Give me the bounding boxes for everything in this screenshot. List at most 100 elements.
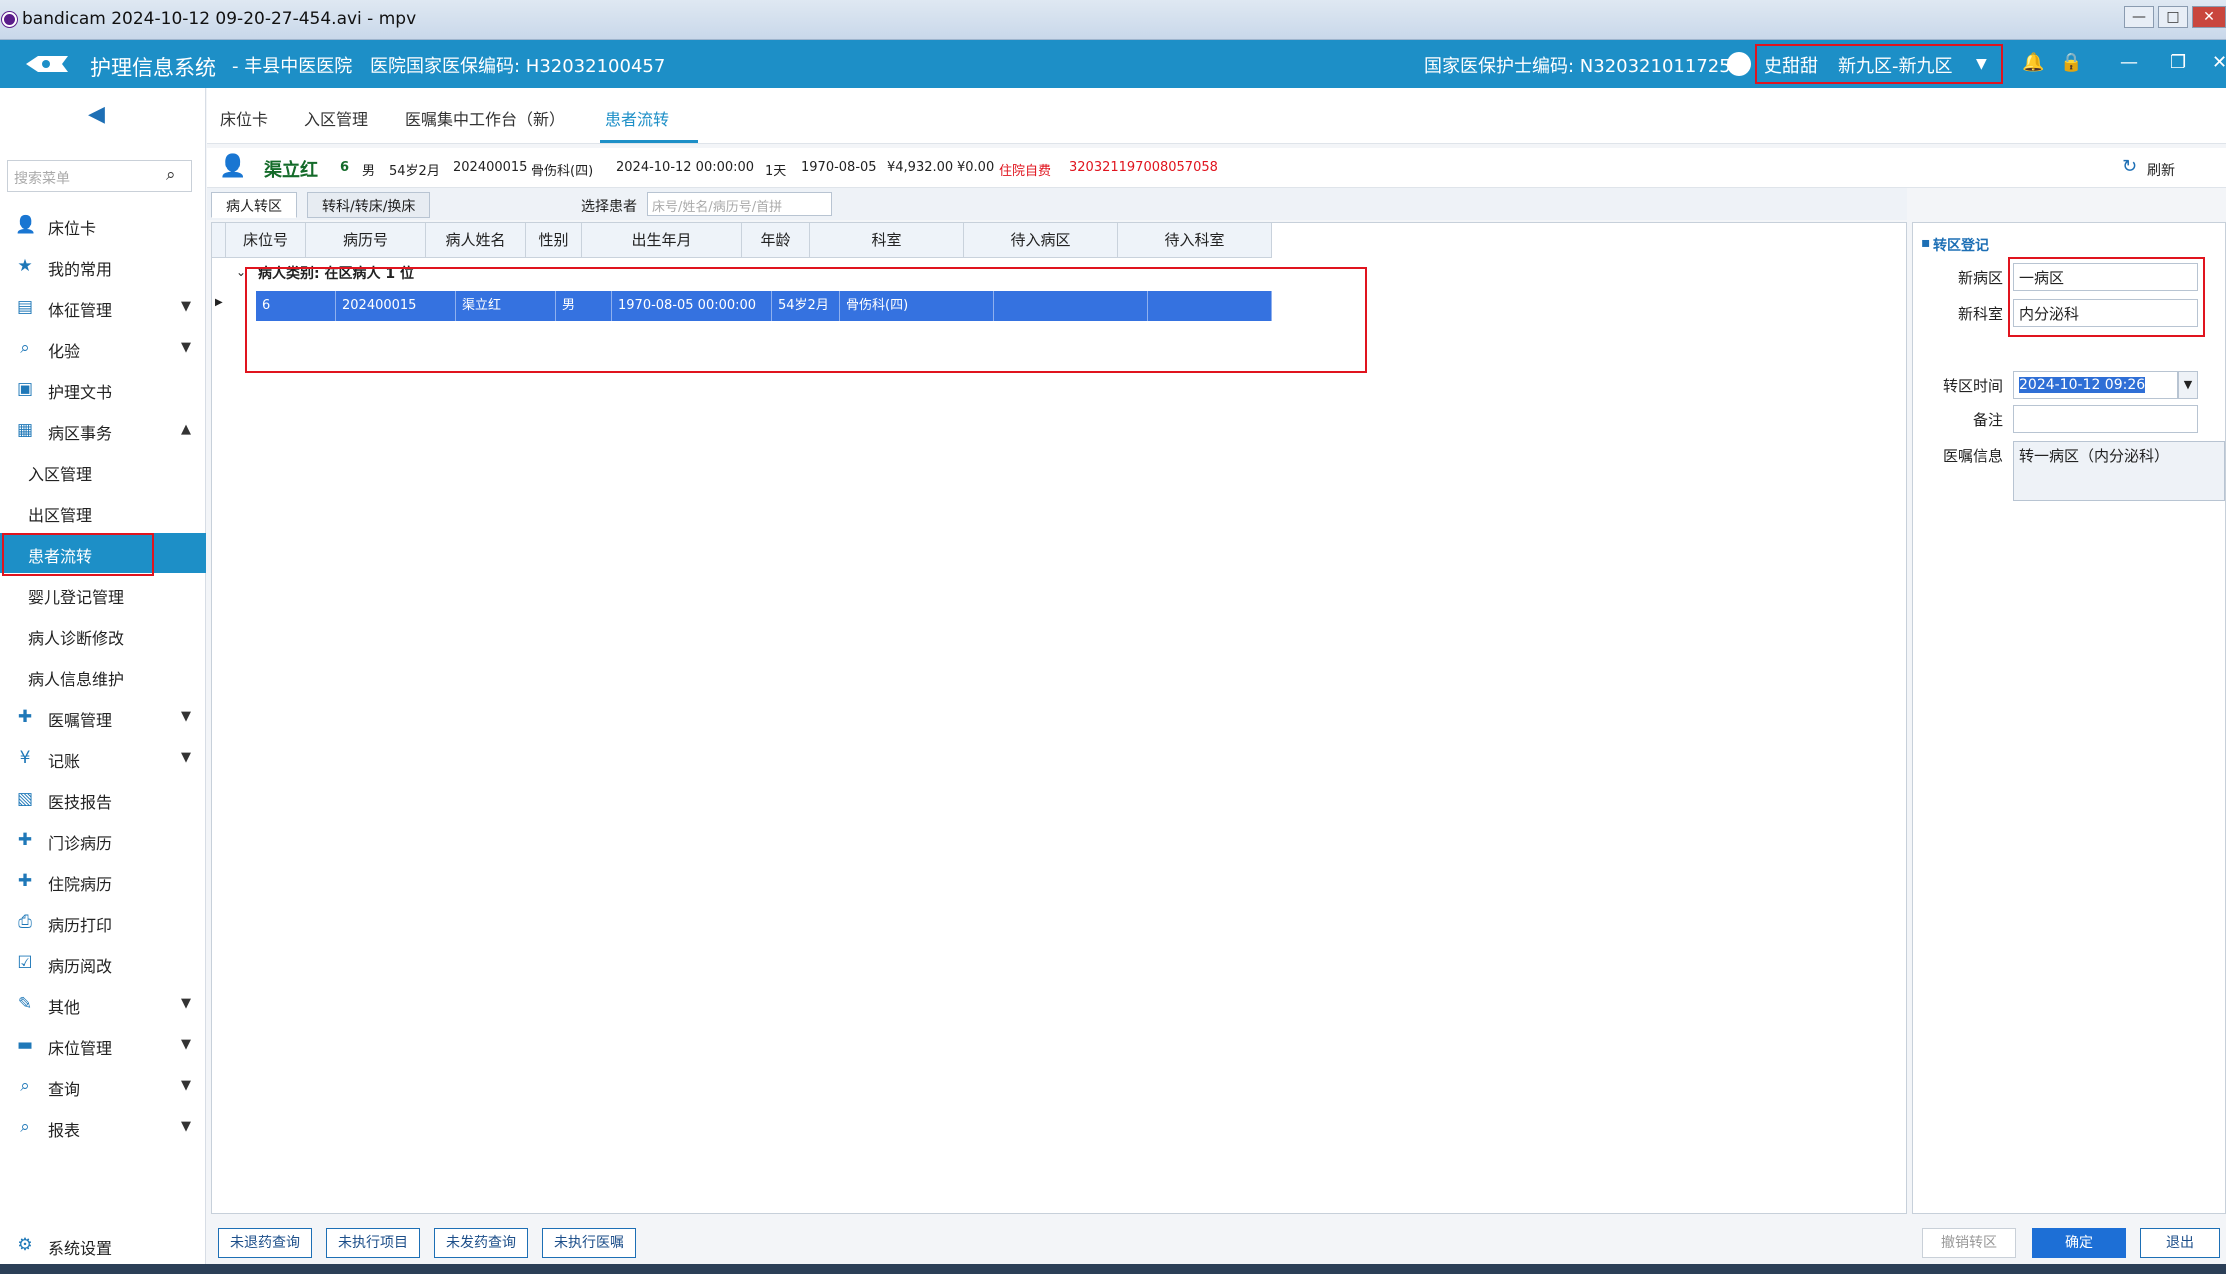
chevron-down-icon: ▼: [181, 996, 191, 1011]
grid-header[interactable]: 床位号: [226, 223, 306, 258]
sidebar-item-label: 床位卡: [48, 219, 97, 238]
sidebar-item-label: 出区管理: [28, 506, 93, 525]
sidebar-collapse-button[interactable]: ◀: [0, 88, 206, 144]
menu-search-input[interactable]: 搜索菜单 ⌕: [7, 160, 192, 192]
patient-sex: 男: [362, 164, 376, 179]
minimize-window-button[interactable]: —: [2124, 6, 2154, 28]
sidebar-item-tech-report[interactable]: ▧ 医技报告: [0, 779, 206, 819]
time-dropdown-icon[interactable]: ▼: [2178, 371, 2198, 399]
chart-icon: ▤: [16, 297, 34, 317]
highlight-transfer-box: [2008, 257, 2205, 337]
chevron-up-icon: ▲: [181, 422, 191, 437]
transfer-title-bullet-icon: ▪: [1921, 235, 1931, 251]
tab-order-workbench[interactable]: 医嘱集中工作台（新）: [405, 106, 565, 130]
patient-name: 渠立红: [264, 160, 318, 181]
refresh-button[interactable]: 刷新: [2147, 160, 2175, 180]
transfer-time-field[interactable]: 2024-10-12 09:26: [2013, 371, 2178, 399]
unexecuted-items-button[interactable]: 未执行项目: [326, 1228, 420, 1258]
sidebar-item-baby-registration[interactable]: 婴儿登记管理: [0, 574, 206, 614]
patient-info-strip: 👤 渠立红 6 男 54岁2月 202400015 骨伤科(四) 2024-10…: [207, 148, 2226, 188]
app-minimize-icon[interactable]: —: [2120, 52, 2138, 73]
app-logo-icon: [26, 56, 68, 72]
sidebar-item-settings[interactable]: ⚙ 系统设置: [0, 1225, 206, 1265]
subtab-dept-bed-transfer[interactable]: 转科/转床/换床: [307, 192, 431, 218]
ward-icon: ▦: [16, 420, 34, 440]
unexecuted-orders-button[interactable]: 未执行医嘱: [542, 1228, 636, 1258]
select-patient-input[interactable]: 床号/姓名/病历号/首拼: [647, 192, 832, 216]
subtab-ward-transfer[interactable]: 病人转区: [211, 192, 297, 218]
grid-header[interactable]: 年龄: [742, 223, 810, 258]
sidebar-item-nursing-docs[interactable]: ▣ 护理文书: [0, 369, 206, 409]
grid-header[interactable]: 出生年月: [582, 223, 742, 258]
grid-header[interactable]: 病人姓名: [426, 223, 526, 258]
sidebar-item-label: 记账: [48, 752, 81, 771]
grid-header[interactable]: 病历号: [306, 223, 426, 258]
close-window-button[interactable]: ✕: [2192, 6, 2226, 28]
gear-icon: ⚙: [17, 1235, 33, 1255]
grid-header[interactable]: 科室: [810, 223, 964, 258]
clinic-icon: ✚: [17, 830, 33, 850]
grid-header[interactable]: 待入病区: [964, 223, 1118, 258]
collapse-left-icon[interactable]: ◀: [88, 102, 105, 127]
sidebar-item-other[interactable]: ✎ 其他 ▼: [0, 984, 206, 1024]
undispensed-drug-query-button[interactable]: 未发药查询: [434, 1228, 528, 1258]
sidebar-item-label: 病人信息维护: [28, 670, 125, 689]
sidebar-item-admission[interactable]: 入区管理: [0, 451, 206, 491]
sidebar-item-reports[interactable]: ⌕ 报表 ▼: [0, 1107, 206, 1147]
sidebar-item-bedcard[interactable]: 👤 床位卡: [0, 205, 206, 245]
chevron-down-icon: ▼: [181, 1119, 191, 1134]
exit-button[interactable]: 退出: [2140, 1228, 2220, 1258]
confirm-button[interactable]: 确定: [2032, 1228, 2126, 1258]
highlight-sidebar-box: [2, 533, 154, 576]
sidebar-item-record-review[interactable]: ☑ 病历阅改: [0, 943, 206, 983]
sidebar-item-lab[interactable]: ⌕ 化验 ▼: [0, 328, 206, 368]
sidebar-item-patient-info[interactable]: 病人信息维护: [0, 656, 206, 696]
sidebar-item-billing[interactable]: ¥ 记账 ▼: [0, 738, 206, 778]
grid-header[interactable]: 待入科室: [1118, 223, 1272, 258]
sidebar-item-bed-management[interactable]: ▬ 床位管理 ▼: [0, 1025, 206, 1065]
patient-owed: ¥0.00: [957, 160, 995, 175]
sidebar-item-label: 我的常用: [48, 260, 113, 279]
search-icon[interactable]: ⌕: [166, 165, 176, 185]
sidebar-item-query[interactable]: ⌕ 查询 ▼: [0, 1066, 206, 1106]
unreturned-drug-query-button[interactable]: 未退药查询: [218, 1228, 312, 1258]
doc-icon: ▣: [16, 379, 34, 399]
sidebar-item-vitals[interactable]: ▤ 体征管理 ▼: [0, 287, 206, 327]
grid-header-indicator: [212, 223, 226, 258]
refresh-icon[interactable]: ↻: [2122, 156, 2137, 177]
user-avatar-icon: [1727, 52, 1751, 76]
grid-header[interactable]: 性别: [526, 223, 582, 258]
app-close-icon[interactable]: ✕: [2212, 52, 2226, 73]
sidebar-item-label: 入区管理: [28, 465, 93, 484]
plus-icon: ✚: [17, 707, 33, 727]
bell-icon[interactable]: 🔔: [2022, 52, 2044, 73]
sidebar-item-favorites[interactable]: ★ 我的常用: [0, 246, 206, 286]
cancel-transfer-button[interactable]: 撤销转区: [1922, 1228, 2016, 1258]
remark-field[interactable]: [2013, 405, 2198, 433]
patient-age: 54岁2月: [389, 164, 440, 179]
tab-admission[interactable]: 入区管理: [304, 106, 368, 130]
sidebar-item-orders[interactable]: ✚ 医嘱管理 ▼: [0, 697, 206, 737]
lock-icon[interactable]: 🔒: [2060, 52, 2082, 73]
print-icon: ⎙: [18, 912, 32, 932]
sidebar-item-discharge[interactable]: 出区管理: [0, 492, 206, 532]
sidebar-item-label: 门诊病历: [48, 834, 113, 853]
sidebar-item-ward-affairs[interactable]: ▦ 病区事务 ▲: [0, 410, 206, 450]
transfer-panel: ▪ 转区登记 新病区 一病区 新科室 内分泌科 转区时间 2024-10-12 …: [1912, 222, 2226, 1214]
sidebar-item-label: 医嘱管理: [48, 711, 113, 730]
sidebar-item-diagnosis-edit[interactable]: 病人诊断修改: [0, 615, 206, 655]
window-titlebar: bandicam 2024-10-12 09-20-27-454.avi - m…: [0, 0, 2226, 40]
order-info-field[interactable]: 转一病区（内分泌科）: [2013, 441, 2225, 501]
sidebar-item-outpatient-record[interactable]: ✚ 门诊病历: [0, 820, 206, 860]
chevron-down-icon: ▼: [181, 750, 191, 765]
check-icon: ☑: [17, 953, 33, 973]
sidebar-item-record-print[interactable]: ⎙ 病历打印: [0, 902, 206, 942]
tab-patient-transfer[interactable]: 患者流转: [605, 106, 669, 130]
report-icon: ▧: [16, 789, 34, 809]
app-restore-icon[interactable]: ❐: [2170, 52, 2186, 73]
maximize-window-button[interactable]: □: [2158, 6, 2188, 28]
sidebar-item-inpatient-record[interactable]: ✚ 住院病历: [0, 861, 206, 901]
user-bed-icon: 👤: [15, 215, 37, 235]
active-tab-underline: [600, 140, 698, 143]
tab-bedcard[interactable]: 床位卡: [220, 106, 268, 130]
